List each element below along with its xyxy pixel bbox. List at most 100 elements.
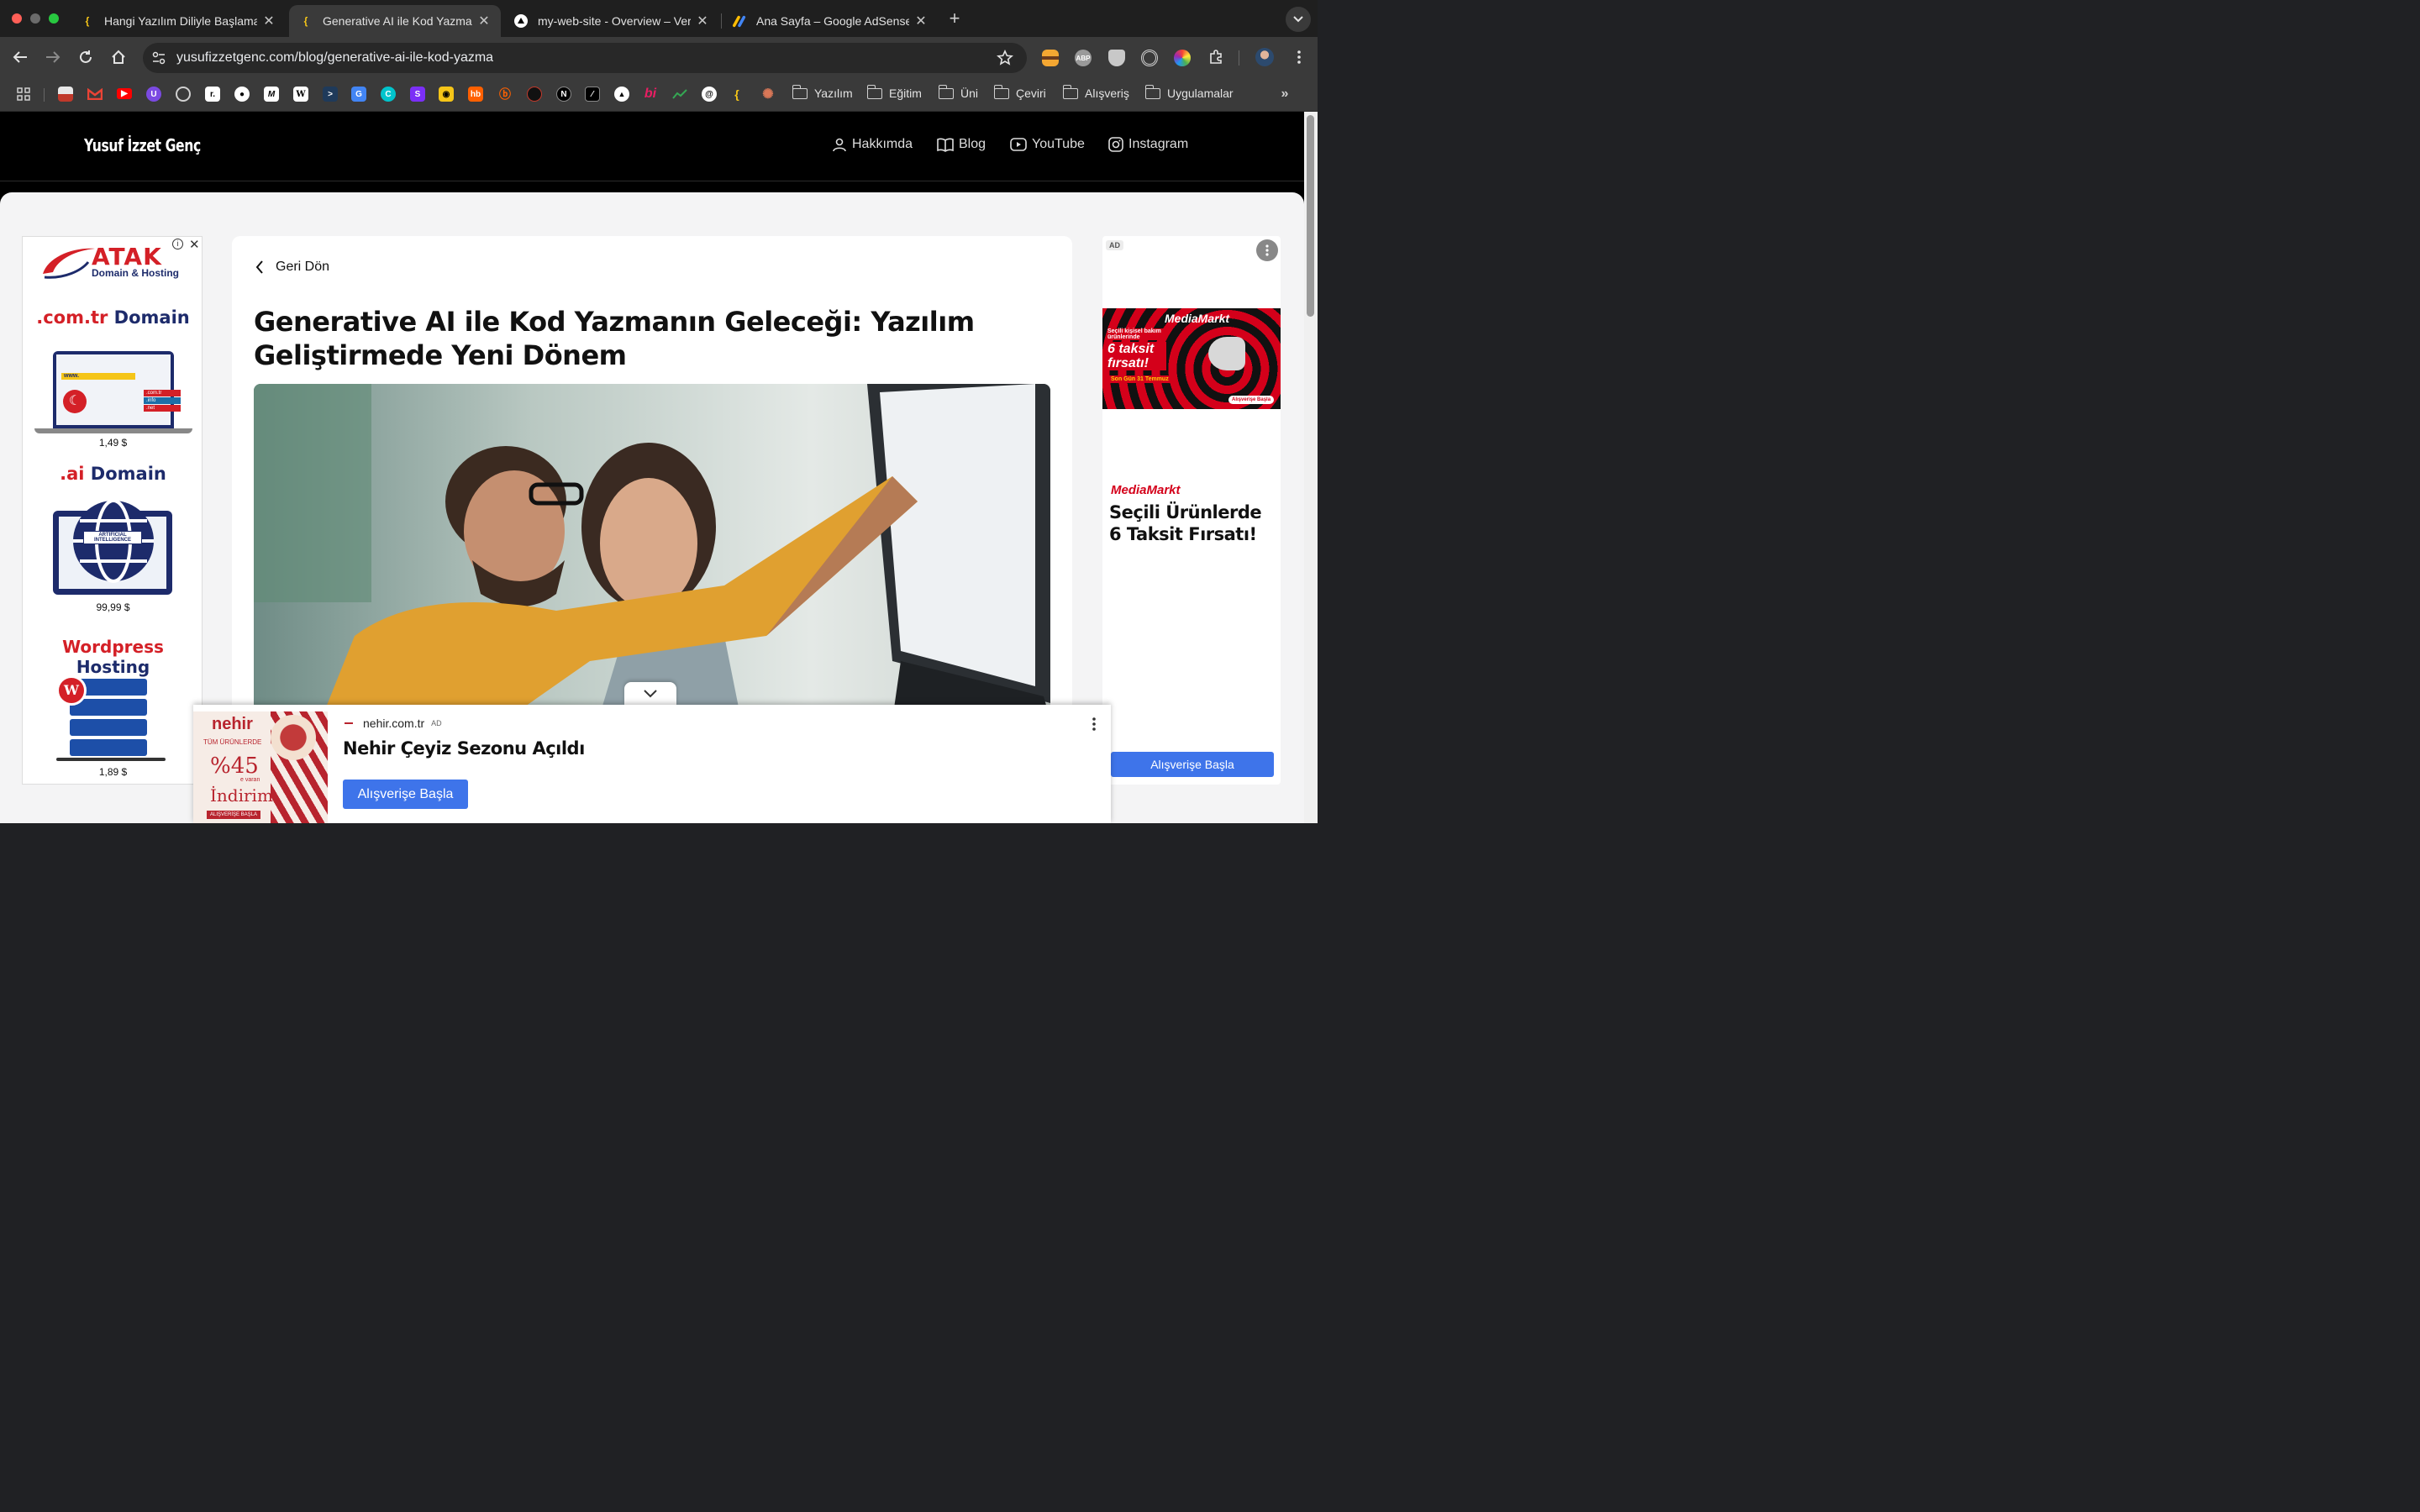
shield-extension-icon[interactable] bbox=[1108, 50, 1125, 66]
wikipedia-icon[interactable]: W bbox=[293, 87, 308, 102]
more-bookmarks-chevron-icon[interactable]: » bbox=[1277, 87, 1292, 102]
hair-dryer-image bbox=[1208, 337, 1245, 370]
medium-icon[interactable]: M bbox=[264, 87, 279, 102]
scrollbar-thumb[interactable] bbox=[1307, 115, 1314, 317]
bookmark-star-icon[interactable] bbox=[997, 50, 1013, 71]
r-bookmark-icon[interactable]: r. bbox=[205, 87, 220, 102]
s-bookmark-icon[interactable]: S bbox=[410, 87, 425, 102]
github-icon[interactable]: ● bbox=[234, 87, 250, 102]
bookmark-folder-uni[interactable]: Üni bbox=[938, 84, 978, 100]
bi-bookmark-icon[interactable]: bi bbox=[643, 87, 658, 102]
anchor-ad-headline[interactable]: Nehir Çeyiz Sezonu Açıldı bbox=[343, 738, 585, 759]
apps-grid-icon[interactable] bbox=[16, 87, 31, 102]
close-tab-icon[interactable]: ✕ bbox=[477, 13, 491, 29]
nehir-ad-image[interactable]: nehir TÜM ÜRÜNLERDE %45 e varan İndirim … bbox=[193, 711, 328, 823]
b-orange-bookmark-icon[interactable]: ⓑ bbox=[497, 87, 513, 102]
collapse-ad-tab[interactable] bbox=[624, 682, 676, 706]
tab-4[interactable]: Ana Sayfa – Google AdSense ✕ bbox=[723, 5, 938, 37]
puzzle-extensions-icon[interactable] bbox=[1206, 47, 1226, 67]
dark-round-bookmark-icon[interactable] bbox=[527, 87, 542, 102]
bottom-anchor-ad[interactable]: nehir TÜM ÜRÜNLERDE %45 e varan İndirim … bbox=[193, 705, 1111, 823]
left-sidebar-ad[interactable]: i ✕ ATAK Domain & Hosting .com.tr Domain… bbox=[22, 236, 203, 785]
close-window-button[interactable] bbox=[12, 13, 22, 24]
youtube-icon[interactable]: ▶ bbox=[117, 88, 132, 99]
url-text[interactable]: yusufizzetgenc.com/blog/generative-ai-il… bbox=[176, 50, 493, 66]
site-header: Yusuf İzzet Genç Hakkımda Blog YouTube I… bbox=[0, 112, 1304, 181]
yellow-eye-bookmark-icon[interactable]: ◉ bbox=[439, 87, 454, 102]
bookmarks-bar: ▶ U r. ● M W > G C S ◉ hb ⓑ N ⁄ ▲ bi @ {… bbox=[0, 77, 1318, 112]
braces-bookmark-icon[interactable]: { bbox=[729, 87, 744, 102]
ad-badge: AD bbox=[431, 719, 442, 727]
new-tab-icon[interactable]: + bbox=[944, 8, 965, 29]
close-tab-icon[interactable]: ✕ bbox=[262, 13, 276, 29]
tab-strip: { Hangi Yazılım Diliyle Başlamalı ✕ { Ge… bbox=[0, 0, 1318, 37]
tab-2-active[interactable]: { Generative AI ile Kod Yazmanın ✕ bbox=[289, 5, 501, 37]
pen-bookmark-icon[interactable]: ⁄ bbox=[585, 87, 600, 102]
google-translate-icon[interactable]: G bbox=[351, 87, 366, 102]
tab-3[interactable]: my-web-site - Overview – Vercel ✕ bbox=[504, 5, 719, 37]
tab-title: Generative AI ile Kod Yazmanın bbox=[323, 14, 472, 28]
back-button[interactable]: Geri Dön bbox=[255, 260, 329, 275]
nav-link-youtube[interactable]: YouTube bbox=[1010, 137, 1085, 152]
site-logo[interactable]: Yusuf İzzet Genç bbox=[84, 135, 201, 155]
chevron-down-icon bbox=[644, 690, 657, 698]
protonvpn-icon[interactable]: U bbox=[146, 87, 161, 102]
maximize-window-button[interactable] bbox=[49, 13, 59, 24]
anchor-ad-cta-button[interactable]: Alışverişe Başla bbox=[343, 780, 468, 809]
ad-close-icon[interactable]: ✕ bbox=[189, 237, 200, 252]
chart-bookmark-icon[interactable] bbox=[672, 87, 687, 102]
chatgpt-icon[interactable] bbox=[176, 87, 191, 102]
nav-link-hakkimda[interactable]: Hakkımda bbox=[832, 137, 913, 152]
gmail-icon[interactable] bbox=[87, 87, 103, 102]
bookmark-folder-alisveris[interactable]: Alışveriş bbox=[1062, 84, 1129, 100]
site-info-icon[interactable] bbox=[151, 50, 166, 70]
bookmark-folder-ceviri[interactable]: Çeviri bbox=[993, 84, 1046, 100]
adblock-plus-icon[interactable]: ABP bbox=[1075, 50, 1092, 66]
photo-bookmark-icon[interactable] bbox=[58, 87, 73, 102]
nav-link-blog[interactable]: Blog bbox=[937, 137, 986, 152]
profile-avatar[interactable] bbox=[1255, 48, 1274, 66]
laptop-url-bar: www. bbox=[61, 373, 135, 380]
forward-arrow-icon[interactable] bbox=[43, 47, 63, 67]
close-tab-icon[interactable]: ✕ bbox=[914, 13, 928, 29]
ad-badge: AD bbox=[1106, 240, 1123, 250]
threads-icon[interactable]: @ bbox=[702, 87, 717, 102]
prompt-bookmark-icon[interactable]: > bbox=[323, 87, 338, 102]
bookmark-folder-yazilim[interactable]: Yazılım bbox=[792, 84, 853, 100]
reload-icon[interactable] bbox=[76, 47, 96, 67]
ad-options-icon[interactable] bbox=[1092, 717, 1096, 736]
canva-icon[interactable]: C bbox=[381, 87, 396, 102]
braces-icon: { bbox=[85, 15, 90, 27]
hepsiburada-icon[interactable]: hb bbox=[468, 87, 483, 102]
advertiser-domain[interactable]: nehir.com.tr bbox=[363, 717, 424, 730]
ad-options-icon[interactable] bbox=[1256, 239, 1278, 261]
domain-tags: .com.tr .info .net bbox=[144, 390, 181, 412]
mediamarkt-banner-image[interactable]: MediaMarkt Seçili kişisel bakım ürünleri… bbox=[1102, 308, 1281, 409]
tab-search-button[interactable] bbox=[1286, 7, 1311, 32]
back-arrow-icon[interactable] bbox=[10, 47, 30, 67]
target-extension-icon[interactable] bbox=[1141, 50, 1158, 66]
color-picker-extension-icon[interactable] bbox=[1174, 50, 1191, 66]
close-tab-icon[interactable]: ✕ bbox=[696, 13, 709, 29]
right-sidebar-ad[interactable]: AD MediaMarkt Seçili kişisel bakım ürünl… bbox=[1102, 236, 1281, 785]
extension-burger-icon[interactable] bbox=[1042, 50, 1059, 66]
right-ad-headline[interactable]: Seçili Ürünlerde 6 Taksit Fırsatı! bbox=[1109, 501, 1277, 545]
banner-cta[interactable]: Alışverişe Başla bbox=[1228, 396, 1275, 404]
home-icon[interactable] bbox=[108, 47, 129, 67]
vercel-bookmark-icon[interactable]: ▲ bbox=[614, 87, 629, 102]
tab-1[interactable]: { Hangi Yazılım Diliyle Başlamalı ✕ bbox=[71, 5, 286, 37]
ad-info-icon[interactable]: i bbox=[172, 239, 183, 249]
right-ad-cta-button[interactable]: Alışverişe Başla bbox=[1111, 752, 1274, 777]
claude-icon[interactable]: ✺ bbox=[760, 87, 776, 102]
notion-icon[interactable]: N bbox=[556, 87, 571, 102]
nehir-img-cta[interactable]: ALIŞVERİŞE BAŞLA bbox=[207, 811, 261, 819]
minimize-window-button[interactable] bbox=[30, 13, 40, 24]
mediamarkt-brand: MediaMarkt bbox=[1111, 483, 1181, 497]
page-scrollbar[interactable] bbox=[1304, 112, 1318, 823]
kebab-menu-icon[interactable] bbox=[1289, 47, 1309, 67]
nav-link-instagram[interactable]: Instagram bbox=[1108, 137, 1188, 152]
nehir-img-pct: %45 bbox=[210, 753, 259, 779]
bookmark-folder-egitim[interactable]: Eğitim bbox=[866, 84, 922, 100]
bookmark-folder-uygulamalar[interactable]: Uygulamalar bbox=[1144, 84, 1234, 100]
address-bar[interactable]: yusufizzetgenc.com/blog/generative-ai-il… bbox=[143, 43, 1027, 73]
